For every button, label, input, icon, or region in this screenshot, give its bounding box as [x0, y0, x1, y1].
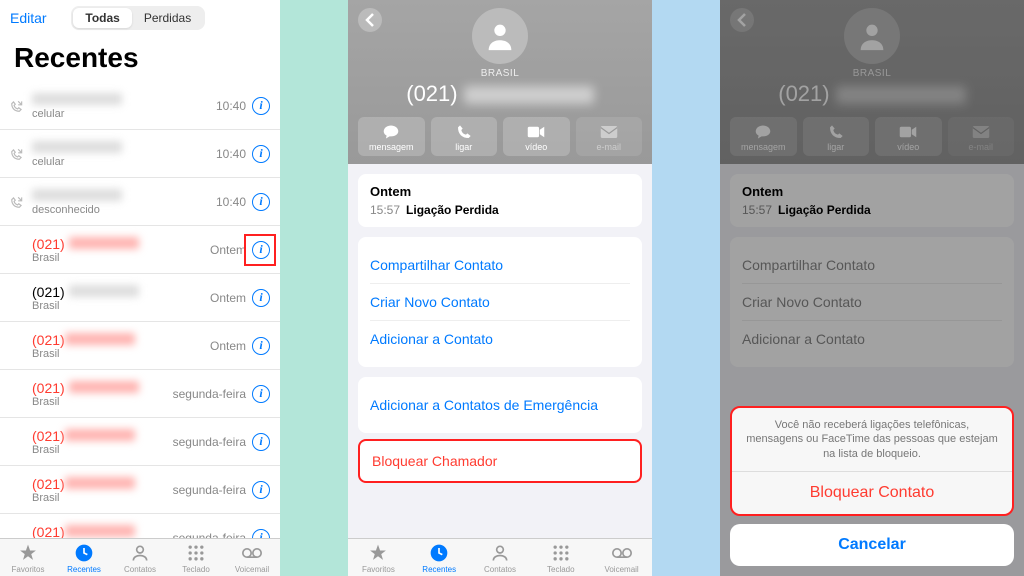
message-icon	[358, 123, 425, 141]
outgoing-call-icon	[8, 99, 26, 113]
call-time: 10:40	[216, 195, 246, 209]
tutorial-highlight-box: Bloquear Chamador	[358, 439, 642, 483]
info-button[interactable]: i	[252, 289, 270, 307]
contact-actions-list: Compartilhar Contato Criar Novo Contato …	[358, 237, 642, 367]
add-emergency-link[interactable]: Adicionar a Contatos de Emergência	[370, 387, 630, 423]
tab-favorites[interactable]: Favoritos	[0, 543, 56, 574]
tab-recents[interactable]: Recentes	[409, 543, 470, 574]
action-sheet-overlay[interactable]: Você não receberá ligações telefônicas, …	[720, 0, 1024, 576]
recents-screen: Editar Todas Perdidas Recentes celular 1…	[0, 0, 280, 576]
mail-icon	[576, 123, 643, 141]
call-time: Ontem	[210, 291, 246, 305]
outgoing-call-icon	[8, 195, 26, 209]
call-time: 10:40	[216, 99, 246, 113]
person-icon	[490, 543, 510, 563]
back-button[interactable]	[358, 8, 382, 32]
sheet-message: Você não receberá ligações telefônicas, …	[732, 408, 1012, 472]
page-title: Recentes	[0, 36, 280, 82]
call-button[interactable]: ligar	[431, 117, 498, 156]
call-time: segunda-feira	[173, 435, 246, 449]
contact-actions: mensagem ligar vídeo e-mail	[348, 117, 652, 164]
call-time: segunda-feira	[173, 531, 246, 539]
call-row[interactable]: (021)Brasil Ontem i	[0, 322, 280, 370]
tab-contacts[interactable]: Contatos	[470, 543, 531, 574]
info-button[interactable]: i	[252, 193, 270, 211]
call-time: Ontem	[210, 339, 246, 353]
call-row[interactable]: (021) Brasil Ontem i	[0, 226, 280, 274]
block-confirmation-sheet: Você não receberá ligações telefônicas, …	[730, 406, 1014, 516]
add-to-contact-link[interactable]: Adicionar a Contato	[370, 321, 630, 357]
info-button[interactable]: i	[252, 385, 270, 403]
clock-icon	[429, 543, 449, 563]
edit-button[interactable]: Editar	[10, 10, 47, 26]
block-contact-button[interactable]: Bloquear Contato	[732, 472, 1012, 514]
message-button[interactable]: mensagem	[358, 117, 425, 156]
segment-all[interactable]: Todas	[73, 8, 131, 28]
calls-list: celular 10:40 i celular 10:40 i desconhe…	[0, 82, 280, 538]
info-button[interactable]: i	[252, 337, 270, 355]
info-button[interactable]: i	[252, 97, 270, 115]
tab-keypad[interactable]: Teclado	[530, 543, 591, 574]
call-row[interactable]: celular 10:40 i	[0, 130, 280, 178]
keypad-icon	[551, 543, 571, 563]
country-label: BRASIL	[348, 68, 652, 79]
tab-keypad[interactable]: Teclado	[168, 543, 224, 574]
voicemail-icon	[242, 543, 262, 563]
star-icon	[18, 543, 38, 563]
info-button[interactable]: i	[252, 433, 270, 451]
star-icon	[368, 543, 388, 563]
call-time: Ontem	[210, 243, 246, 257]
contact-detail-screen-with-sheet: BRASIL (021) mensagem ligar vídeo e-mail…	[720, 0, 1024, 576]
call-time: 10:40	[216, 147, 246, 161]
call-time: segunda-feira	[173, 387, 246, 401]
outgoing-call-icon	[8, 147, 26, 161]
video-icon	[503, 123, 570, 141]
call-row[interactable]: (021)Brasil segunda-feira i	[0, 514, 280, 538]
block-caller-link[interactable]: Bloquear Chamador	[360, 441, 640, 481]
call-row[interactable]: (021) Brasil segunda-feira i	[0, 370, 280, 418]
phone-number: (021)	[348, 81, 652, 107]
segment-missed[interactable]: Perdidas	[132, 8, 203, 28]
avatar	[472, 8, 528, 64]
info-button[interactable]: i	[252, 481, 270, 499]
call-row[interactable]: (021)Brasil segunda-feira i	[0, 466, 280, 514]
tab-voicemail[interactable]: Voicemail	[591, 543, 652, 574]
info-button[interactable]: i	[252, 529, 270, 539]
call-time: segunda-feira	[173, 483, 246, 497]
keypad-icon	[186, 543, 206, 563]
person-icon	[130, 543, 150, 563]
call-row[interactable]: celular 10:40 i	[0, 82, 280, 130]
recent-call-card: Ontem 15:57Ligação Perdida	[358, 174, 642, 227]
tab-bar: Favoritos Recentes Contatos Teclado Voic…	[0, 538, 280, 576]
tab-recents[interactable]: Recentes	[56, 543, 112, 574]
cancel-button[interactable]: Cancelar	[730, 524, 1014, 566]
voicemail-icon	[612, 543, 632, 563]
create-new-contact-link[interactable]: Criar Novo Contato	[370, 284, 630, 321]
call-row[interactable]: desconhecido 10:40 i	[0, 178, 280, 226]
mail-button: e-mail	[576, 117, 643, 156]
video-button[interactable]: vídeo	[503, 117, 570, 156]
contact-detail-body: Ontem 15:57Ligação Perdida Compartilhar …	[348, 164, 652, 538]
tab-bar: Favoritos Recentes Contatos Teclado Voic…	[348, 538, 652, 576]
recents-header: Editar Todas Perdidas	[0, 0, 280, 36]
filter-segmented-control[interactable]: Todas Perdidas	[71, 6, 205, 30]
call-row[interactable]: (021) Brasil Ontem i	[0, 274, 280, 322]
share-contact-link[interactable]: Compartilhar Contato	[370, 247, 630, 284]
tab-contacts[interactable]: Contatos	[112, 543, 168, 574]
tab-voicemail[interactable]: Voicemail	[224, 543, 280, 574]
emergency-card: Adicionar a Contatos de Emergência	[358, 377, 642, 433]
clock-icon	[74, 543, 94, 563]
tutorial-highlight-box	[244, 234, 276, 266]
contact-detail-header: BRASIL (021) mensagem ligar vídeo e-mail	[348, 0, 652, 164]
call-row[interactable]: (021)Brasil segunda-feira i	[0, 418, 280, 466]
contact-detail-screen: BRASIL (021) mensagem ligar vídeo e-mail…	[348, 0, 652, 576]
tab-favorites[interactable]: Favoritos	[348, 543, 409, 574]
info-button[interactable]: i	[252, 145, 270, 163]
phone-icon	[431, 123, 498, 141]
